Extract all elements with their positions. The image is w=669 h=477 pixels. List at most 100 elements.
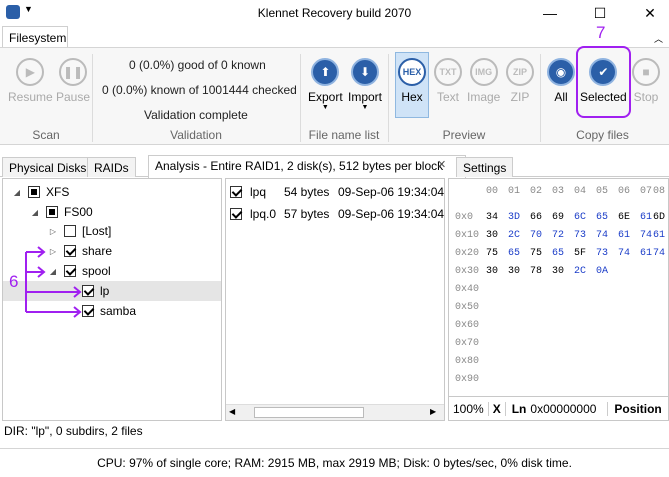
tree-node-fs00[interactable]: ◢ FS00 [30,203,93,221]
status-text: CPU: 97% of single core; RAM: 2915 MB, m… [97,456,572,470]
hex-offset: 0x40 [455,284,480,295]
tab-physical-disks[interactable]: Physical Disks [2,157,94,177]
tree-node-xfs[interactable]: ◢ XFS [12,183,69,201]
hex-byte: 34 [486,212,499,223]
hex-byte: 30 [486,266,499,277]
tab-settings[interactable]: Settings [456,157,514,177]
zip-button[interactable]: ZIP ZIP [506,58,534,104]
checkbox-file[interactable] [230,186,242,198]
scroll-left-icon[interactable]: ◀ [229,407,235,416]
export-button[interactable]: ⬆ Export ▼ [308,58,343,111]
tree-node-lost[interactable]: ▷ [Lost] [48,222,111,240]
collapse-icon[interactable]: ◢ [30,208,40,217]
hex-offset: 0x80 [455,356,480,367]
tab-filesystem[interactable]: Filesystem [2,26,68,48]
checkbox-xfs[interactable] [28,186,40,198]
expand-icon[interactable]: ▷ [48,227,58,236]
hex-byte: 61 [653,230,666,241]
line-label: Ln [511,401,527,416]
pause-button[interactable]: ❚❚ Pause [56,58,90,104]
hex-byte: 65 [596,212,609,223]
import-icon: ⬇ [351,58,379,86]
hex-byte: 6C [574,212,587,223]
list-item[interactable]: lpq 54 bytes 09-Sep-06 19:34:04 [230,183,444,201]
close-tab-icon[interactable]: ✕ [437,158,446,171]
hex-byte: 3D [508,212,521,223]
list-item[interactable]: lpq.0 57 bytes 09-Sep-06 19:34:04 [230,205,444,223]
hex-offset: 0x0 [455,212,474,223]
hex-byte: 73 [574,230,587,241]
hex-byte: 30 [552,266,565,277]
chevron-up-icon[interactable]: ︿ [654,32,663,45]
copy-all-button[interactable]: ◉ All [547,58,575,104]
tab-analysis[interactable]: Analysis - Entire RAID1, 2 disk(s), 512 … [148,155,467,178]
stop-icon: ■ [632,58,660,86]
hex-offset: 0x20 [455,248,480,259]
hex-byte: 30 [486,230,499,241]
checkbox-fs00[interactable] [46,206,58,218]
scroll-right-icon[interactable]: ▶ [430,407,436,416]
group-label-validation: Validation [170,128,222,142]
group-label-file-name-list: File name list [308,128,380,142]
scrollbar-thumb[interactable] [254,407,364,418]
line-value: 0x00000000 [526,401,609,416]
checkbox-lost[interactable] [64,225,76,237]
hex-col-header: 02 [530,186,543,197]
resume-button[interactable]: ▶ Resume [8,58,53,104]
hex-byte: 65 [508,248,521,259]
hex-byte: 74 [653,248,666,259]
hex-col-header: 00 [486,186,499,197]
hex-byte: 73 [596,248,609,259]
hex-byte: 6E [618,212,631,223]
group-label-copy-files: Copy files [576,128,629,142]
stop-button[interactable]: ■ Stop [632,58,660,104]
hex-col-header: 05 [596,186,609,197]
copy-all-icon: ◉ [547,58,575,86]
hex-byte: 6D [653,212,666,223]
hex-byte: 69 [552,212,565,223]
image-button[interactable]: IMG Image [467,58,500,104]
play-icon: ▶ [16,58,45,86]
minimize-button[interactable]: — [533,0,567,26]
known-count: 0 (0.0%) known of 1001444 checked [102,83,297,97]
hex-byte: 74 [618,248,631,259]
hex-col-header: 06 [618,186,631,197]
horizontal-scrollbar[interactable]: ◀ ▶ [226,404,444,420]
window-title: Klennet Recovery build 2070 [257,6,412,20]
hex-x-indicator: X [489,401,506,416]
close-button[interactable]: ✕ [633,0,667,26]
hex-button[interactable]: HEX Hex [395,52,429,118]
ribbon: ▶ Resume ❚❚ Pause Scan 0 (0.0%) good of … [0,47,669,145]
hex-col-header: 01 [508,186,521,197]
hex-byte: 66 [530,212,543,223]
hex-offset: 0x60 [455,320,480,331]
hex-offset: 0x90 [455,374,480,385]
export-dropdown-icon: ▼ [321,104,329,111]
tab-raids[interactable]: RAIDs [87,157,136,177]
title-bar: ▼ Klennet Recovery build 2070 — ☐ ✕ [0,0,669,26]
menu-bar: ︿ [0,26,669,48]
status-bar: CPU: 97% of single core; RAM: 2915 MB, m… [0,448,669,477]
hex-offset: 0x30 [455,266,480,277]
text-button[interactable]: TXT Text [434,58,462,104]
import-button[interactable]: ⬇ Import ▼ [348,58,382,111]
annotation-highlight-7 [576,46,631,118]
annotation-label-6: 6 [9,272,19,291]
hex-offset: 0x10 [455,230,480,241]
hex-byte: 30 [508,266,521,277]
hex-byte: 75 [530,248,543,259]
export-icon: ⬆ [311,58,340,86]
hex-col-header: 03 [552,186,565,197]
hex-byte: 5F [574,248,587,259]
pause-icon: ❚❚ [59,58,88,86]
hex-offset: 0x50 [455,302,480,313]
hex-statusbar: 100% X Ln 0x00000000 Position [449,396,668,420]
group-label-preview: Preview [442,128,486,142]
validation-status: Validation complete [144,108,248,122]
checkbox-file[interactable] [230,208,242,220]
collapse-icon[interactable]: ◢ [12,188,22,197]
zoom-level[interactable]: 100% [449,401,489,416]
hex-col-header: 04 [574,186,587,197]
hex-byte: 65 [552,248,565,259]
tree-node-samba[interactable]: samba [82,302,136,320]
